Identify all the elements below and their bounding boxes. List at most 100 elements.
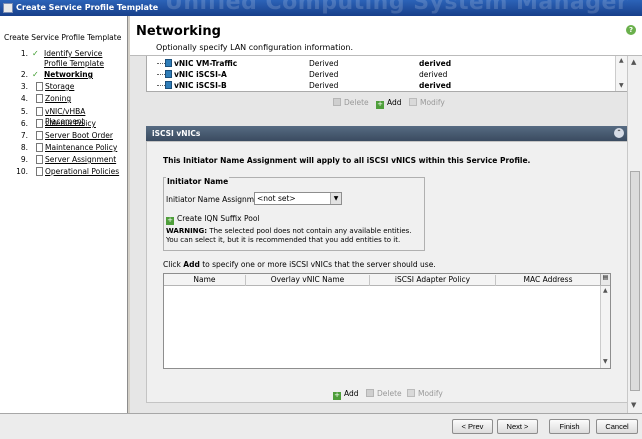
document-icon — [36, 107, 43, 116]
finish-button[interactable]: Finish — [549, 419, 590, 434]
modify-icon — [409, 98, 417, 106]
window-title-bar: Create Service Profile Template Unified … — [0, 0, 642, 16]
step-label[interactable]: Server Boot Order — [45, 131, 127, 141]
app-icon — [3, 3, 13, 13]
scroll-down-icon[interactable]: ▼ — [631, 401, 636, 409]
networking-panel: Networking Optionally specify LAN config… — [130, 16, 642, 413]
iscsi-modify-button[interactable]: Modify — [407, 389, 443, 398]
tree-line — [157, 63, 165, 64]
instr-suffix: to specify one or more iSCSI vNICs that … — [202, 260, 436, 269]
step-label[interactable]: Identify Service Profile Template — [44, 49, 126, 69]
panel-scrollbar[interactable]: ▲ ▼ — [627, 56, 642, 413]
step-number: 1. — [20, 49, 28, 58]
document-icon — [36, 82, 43, 91]
wizard-heading: Create Service Profile Template — [4, 33, 122, 42]
cancel-button[interactable]: Cancel — [596, 419, 638, 434]
scrollbar-thumb[interactable] — [630, 171, 640, 391]
vnic-add-button[interactable]: + Add — [376, 98, 402, 109]
document-icon — [36, 131, 43, 140]
scroll-up-icon[interactable]: ▲ — [631, 58, 636, 66]
column-header-overlay[interactable]: Overlay vNIC Name — [246, 275, 370, 286]
initiator-group-legend: Initiator Name — [166, 177, 230, 186]
step-label[interactable]: Storage — [45, 82, 127, 92]
document-icon — [36, 167, 43, 176]
column-header-adapter-policy[interactable]: iSCSI Adapter Policy — [370, 275, 496, 286]
step-label[interactable]: Zoning — [45, 94, 127, 104]
step-label[interactable]: Networking — [44, 70, 126, 80]
window-title: Create Service Profile Template — [16, 3, 159, 12]
instr-add: Add — [183, 260, 200, 269]
iscsi-add-button[interactable]: + Add — [333, 389, 359, 400]
vnic-icon — [165, 81, 172, 89]
modify-icon — [407, 389, 415, 397]
scroll-up-icon[interactable]: ▲ — [603, 287, 608, 294]
vnic-name: vNIC iSCSI-A — [174, 70, 227, 79]
watermark: Unified Computing System Manager — [165, 0, 629, 15]
delete-label: Delete — [377, 389, 402, 398]
scroll-down-icon[interactable]: ▼ — [619, 82, 624, 89]
step-number: 2. — [20, 70, 28, 79]
help-icon[interactable]: ? — [626, 25, 636, 35]
vnic-table: vNIC VM-Traffic Derived derived vNIC iSC… — [146, 56, 628, 92]
document-icon — [36, 119, 43, 128]
vnic-col2: Derived — [309, 59, 339, 68]
tree-line — [157, 85, 165, 86]
vnic-table-scrollbar[interactable]: ▲ ▼ — [615, 56, 627, 91]
vnic-delete-button[interactable]: Delete — [333, 98, 369, 107]
document-icon — [36, 143, 43, 152]
iqn-link-label: Create IQN Suffix Pool — [177, 214, 260, 223]
vnic-col3: derived — [419, 70, 448, 79]
create-iqn-pool-link[interactable]: + Create IQN Suffix Pool — [166, 214, 260, 225]
column-chooser-icon[interactable]: ▤ — [600, 274, 610, 285]
page-title: Networking — [136, 24, 221, 39]
panel-header: Networking Optionally specify LAN config… — [130, 16, 642, 56]
warning-label: WARNING: — [166, 227, 208, 235]
tree-line — [157, 74, 165, 75]
iscsi-section-body: This Initiator Name Assignment will appl… — [146, 141, 628, 403]
vnic-modify-button[interactable]: Modify — [409, 98, 445, 107]
content-area: vNIC VM-Traffic Derived derived vNIC iSC… — [130, 56, 628, 413]
step-number: 5. — [20, 107, 28, 116]
step-number: 9. — [20, 155, 28, 164]
initiator-name-group: Initiator Name Initiator Name Assignment… — [163, 177, 425, 251]
iscsi-vnic-table: Name Overlay vNIC Name iSCSI Adapter Pol… — [163, 273, 611, 369]
add-icon: + — [333, 391, 341, 400]
iscsi-section-header[interactable]: iSCSI vNICs ⌃ — [146, 126, 628, 141]
column-header-name[interactable]: Name — [164, 275, 246, 286]
next-button[interactable]: Next > — [497, 419, 538, 434]
column-header-mac[interactable]: MAC Address — [496, 275, 600, 286]
step-label[interactable]: vMedia Policy — [45, 119, 127, 129]
step-number: 6. — [20, 119, 28, 128]
step-number: 4. — [20, 94, 28, 103]
checkmark-icon: ✓ — [32, 70, 39, 79]
iscsi-section-title: iSCSI vNICs — [152, 129, 201, 138]
step-number: 3. — [20, 82, 28, 91]
step-label[interactable]: Operational Policies — [45, 167, 127, 177]
warning-message-2: You can select it, but it is recommended… — [166, 236, 401, 244]
page-subtitle: Optionally specify LAN configuration inf… — [156, 43, 354, 52]
prev-button[interactable]: < Prev — [452, 419, 493, 434]
vnic-col3: derived — [419, 59, 452, 68]
assignment-note: This Initiator Name Assignment will appl… — [163, 156, 531, 165]
wizard-footer: < Prev Next > Finish Cancel — [0, 413, 642, 439]
scroll-up-icon[interactable]: ▲ — [619, 57, 624, 64]
delete-icon — [366, 389, 374, 397]
vnic-row[interactable]: vNIC iSCSI-B Derived derived — [147, 80, 617, 92]
vnic-col3: derived — [419, 81, 452, 90]
vnic-icon — [165, 70, 172, 78]
add-icon: + — [166, 216, 174, 225]
step-number: 10. — [16, 167, 28, 176]
initiator-assignment-select[interactable]: <not set> ▼ — [254, 192, 342, 205]
chevron-down-icon[interactable]: ▼ — [330, 193, 341, 204]
document-icon — [36, 94, 43, 103]
vnic-name: vNIC VM-Traffic — [174, 59, 238, 68]
step-label[interactable]: Server Assignment — [45, 155, 127, 165]
scroll-down-icon[interactable]: ▼ — [603, 358, 608, 365]
step-label[interactable]: Maintenance Policy — [45, 143, 127, 153]
iscsi-delete-button[interactable]: Delete — [366, 389, 402, 398]
iscsi-table-scrollbar[interactable]: ▲ ▼ — [600, 286, 610, 368]
collapse-icon[interactable]: ⌃ — [614, 128, 624, 138]
delete-icon — [333, 98, 341, 106]
add-label: Add — [344, 389, 359, 398]
initiator-selected-value: <not set> — [257, 194, 296, 203]
